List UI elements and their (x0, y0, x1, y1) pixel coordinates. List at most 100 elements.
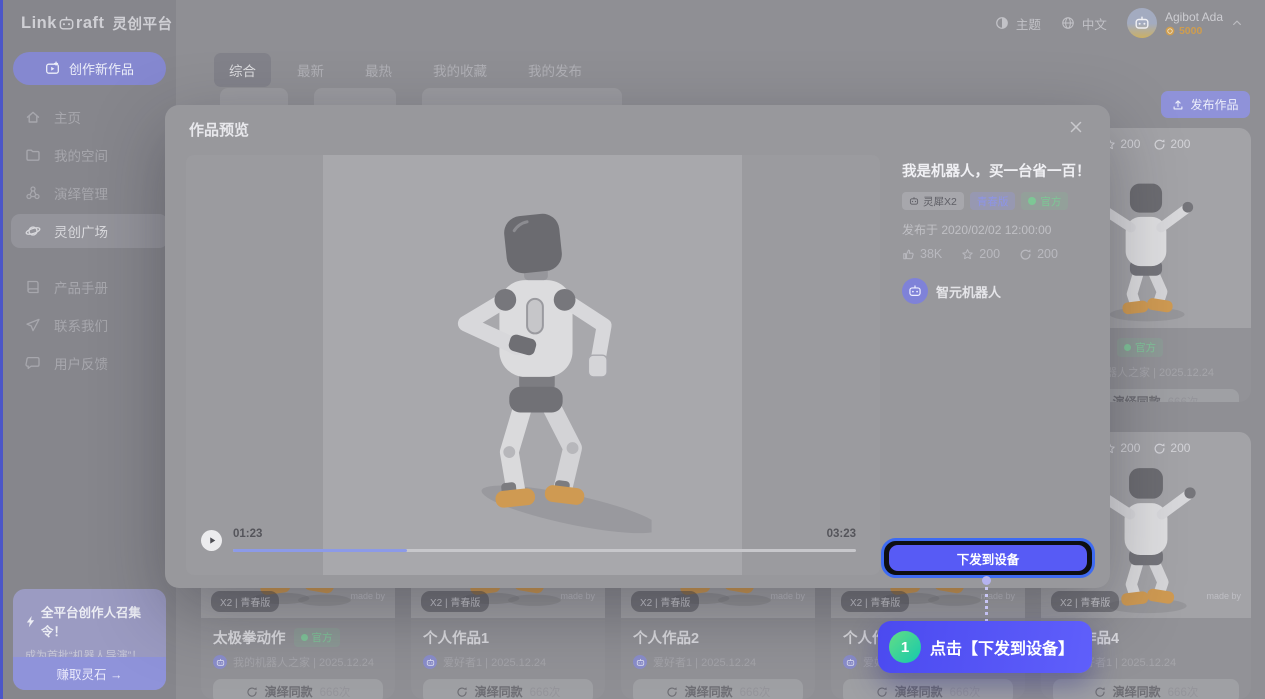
sidebar-item-product-manual[interactable]: 产品手册 (11, 270, 168, 304)
author-avatar-icon (423, 655, 437, 669)
credits-value: 5000 (1179, 25, 1202, 37)
user-menu[interactable]: Agibot Ada 5000 (1127, 8, 1243, 38)
modal-title: 作品预览 (189, 119, 249, 140)
remix-button[interactable]: 演绎同款 666次 (633, 679, 803, 699)
video-progress-bar[interactable] (233, 549, 856, 552)
official-tag: 官方 (1021, 192, 1068, 210)
publish-work-label: 发布作品 (1190, 96, 1238, 113)
close-icon[interactable] (1068, 119, 1084, 135)
shares-count: 200 (1170, 137, 1190, 151)
remix-count: 666次 (740, 684, 771, 699)
remix-button[interactable]: 演绎同款 666次 (423, 679, 593, 699)
deploy-to-device-button[interactable]: 下发到设备 (889, 545, 1087, 571)
sidebar-item-creation-square[interactable]: 灵创广场 (11, 214, 168, 248)
publish-work-button[interactable]: 发布作品 (1161, 91, 1250, 118)
official-label: 官方 (312, 630, 333, 645)
stars-count: 200 (979, 247, 1000, 261)
theme-toggle[interactable]: 主题 (995, 14, 1041, 33)
folder-icon (25, 147, 41, 163)
official-label: 官方 (1135, 340, 1156, 355)
nodes-icon (25, 185, 41, 201)
creator-promo-card: 全平台创作人召集令！ 成为首批“机器人导演”！ 赚取灵石 → (13, 589, 166, 690)
official-dot-icon (301, 634, 308, 641)
current-time: 01:23 (233, 528, 262, 540)
made-by-watermark: made by (560, 591, 595, 601)
theme-label: 主题 (1016, 14, 1041, 33)
brand-logo-left: Link (21, 14, 57, 33)
browse-tabs: 综合 最新 最热 我的收藏 我的发布 (214, 53, 597, 87)
remix-label: 演绎同款 (1113, 683, 1161, 699)
video-frame[interactable] (323, 155, 742, 575)
sidebar-item-user-feedback[interactable]: 用户反馈 (11, 346, 168, 380)
card-title: 太极拳动作 (213, 627, 286, 648)
video-player: 01:23 03:23 (186, 155, 880, 575)
promo-title-text: 全平台创作人召集令！ (41, 602, 154, 640)
app-root: Link raft 灵创平台 创作新作品 主页 我的空间 演绎管理 (0, 0, 1265, 699)
author-avatar-icon (213, 655, 227, 669)
sidebar-item-home[interactable]: 主页 (11, 100, 168, 134)
remix-button[interactable]: 演绎同款 666次 (843, 679, 1013, 699)
earn-gems-button[interactable]: 赚取灵石 → (13, 657, 166, 690)
tutorial-tooltip: 1 点击【下发到设备】 (878, 621, 1092, 673)
work-author[interactable]: 智元机器人 (902, 278, 1096, 304)
sidebar-item-performance-management[interactable]: 演绎管理 (11, 176, 168, 210)
card-body: 个人作品1 爱好者1 | 2025.12.24 演绎同款 666次 (411, 618, 605, 699)
tab-latest[interactable]: 最新 (282, 53, 339, 87)
made-by-watermark: made by (1206, 591, 1241, 601)
chevron-up-icon[interactable] (1231, 17, 1243, 29)
model-tag: 灵犀X2 (902, 192, 964, 210)
credits-badge: 5000 (1165, 25, 1223, 37)
card-body: 个人作品2 爱好者1 | 2025.12.24 演绎同款 666次 (621, 618, 815, 699)
remix-count: 666次 (1168, 394, 1199, 403)
brand-logo[interactable]: Link raft 灵创平台 (21, 13, 173, 34)
tab-my-posts[interactable]: 我的发布 (513, 53, 597, 87)
language-switcher[interactable]: 中文 (1061, 14, 1107, 33)
edition-badge: X2 | 青春版 (631, 591, 699, 612)
coin-icon (1165, 26, 1175, 36)
tab-comprehensive[interactable]: 综合 (214, 53, 271, 87)
theme-icon (995, 16, 1009, 30)
made-by-watermark: made by (350, 591, 385, 601)
total-time: 03:23 (827, 528, 856, 540)
create-new-work-button[interactable]: 创作新作品 (13, 52, 166, 85)
paper-plane-icon (25, 317, 41, 333)
remix-count: 666次 (320, 684, 351, 699)
share-icon (1153, 442, 1166, 455)
sidebar-item-label: 主页 (54, 107, 81, 127)
sidebar-item-label: 产品手册 (54, 277, 108, 297)
share-icon (1019, 248, 1032, 261)
tab-hottest[interactable]: 最热 (350, 53, 407, 87)
author-text: 我的机器人之家 | 2025.12.24 (233, 654, 374, 670)
likes-stat[interactable]: 38K (902, 247, 942, 261)
shares-stat[interactable]: 200 (1019, 247, 1058, 261)
remix-button[interactable]: 演绎同款 666次 (1053, 679, 1239, 699)
remix-label: 演绎同款 (1113, 393, 1161, 402)
play-button[interactable] (201, 530, 222, 551)
tab-my-favorites[interactable]: 我的收藏 (418, 53, 502, 87)
remix-button[interactable]: 演绎同款 666次 (213, 679, 383, 699)
video-plus-icon (45, 61, 60, 76)
author-avatar-icon (843, 655, 857, 669)
tutorial-text: 点击【下发到设备】 (930, 635, 1074, 659)
card-body: 太极拳动作 官方 我的机器人之家 | 2025.12.24 演绎同款 666次 (201, 618, 395, 699)
edition-badge: X2 | 青春版 (841, 591, 909, 612)
stars-count: 200 (1120, 137, 1140, 151)
official-dot-icon (1124, 344, 1131, 351)
remix-icon (246, 686, 258, 698)
author-text: 爱好者1 | 2025.12.24 (443, 654, 546, 670)
edition-tag: 青春版 (970, 192, 1016, 210)
stars-stat[interactable]: 200 (961, 247, 1000, 261)
sidebar-item-my-space[interactable]: 我的空间 (11, 138, 168, 172)
remix-icon (456, 686, 468, 698)
dancing-robot (414, 203, 652, 539)
planet-icon (25, 223, 41, 239)
promo-title: 全平台创作人召集令！ (13, 589, 166, 640)
remix-count: 666次 (530, 684, 561, 699)
official-tag-label: 官方 (1040, 194, 1061, 209)
official-badge: 官方 (1117, 338, 1163, 357)
video-progress-fill (233, 549, 407, 552)
sidebar-item-contact-us[interactable]: 联系我们 (11, 308, 168, 342)
card-title: 个人作品1 (423, 627, 489, 648)
chat-bubble-icon (25, 355, 41, 371)
edition-badge: X2 | 青春版 (421, 591, 489, 612)
